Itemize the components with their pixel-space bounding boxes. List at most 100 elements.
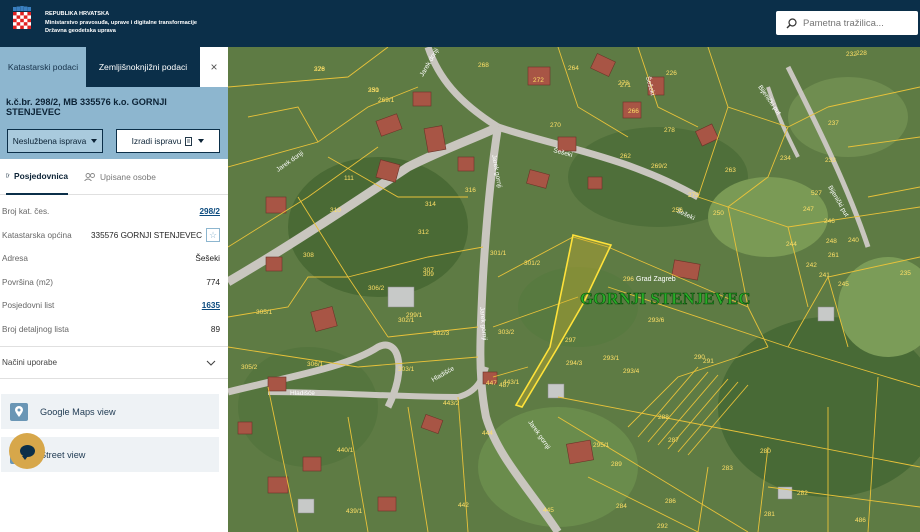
parcel-number-label: 301/1 [490, 250, 507, 257]
parcel-number-label: 305/1 [256, 309, 273, 316]
parcel-number-label: 280 [760, 448, 771, 455]
street-view-label: Street view [40, 449, 86, 460]
row-parcel-number: Broj kat. čes. 298/2 [2, 200, 220, 224]
parcel-number-label: Broj kat. čes. [2, 207, 50, 217]
star-icon[interactable]: ☆ [206, 228, 220, 243]
parcel-number-label: 316 [465, 187, 476, 194]
parcel-number-label: 275 [688, 192, 699, 199]
parcel-number-label: 292 [657, 523, 668, 530]
google-maps-view-button[interactable]: Google Maps view [1, 394, 219, 429]
parcel-number-label: 234 [780, 155, 791, 162]
search-icon [786, 17, 797, 28]
possession-sheet-icon [6, 173, 10, 178]
parcel-number-label: 271 [620, 82, 631, 89]
parcel-number-label: 293/4 [623, 368, 640, 375]
detail-sheet-value: 89 [210, 324, 220, 334]
parcel-number-label: 256 [672, 207, 683, 214]
parcel-number-label: 527 [811, 190, 822, 197]
parcel-number-label: 443/2 [443, 400, 460, 407]
cadastral-municipality-label: Katastarska općina [2, 230, 72, 240]
parcel-number-label: 278 [664, 127, 675, 134]
row-possession-sheet: Posjedovni list 1635 [2, 294, 220, 318]
parcel-number-label: 263 [725, 167, 736, 174]
parcel-number-label: 312 [418, 229, 429, 236]
detail-sheet-label: Broj detaljnog lista [2, 324, 69, 334]
parcel-number-label: 226 [666, 70, 677, 77]
tab-possession-sheet[interactable]: Posjedovnica [6, 159, 68, 195]
parcel-number-label: 294/3 [566, 360, 583, 367]
parcel-number-label: 299/1 [406, 312, 423, 319]
parcel-number-label: 248 [826, 238, 837, 245]
area-value: 774 [206, 277, 220, 287]
parcel-number-label: 293/1 [603, 355, 620, 362]
chat-button[interactable] [9, 433, 45, 469]
parcel-number-label: 445 [543, 507, 554, 514]
document-icon [185, 136, 193, 146]
parcel-title: k.č.br. 298/2, MB 335576 k.o. GORNJI STE… [6, 97, 167, 117]
parcel-number-label: 439/1 [346, 508, 363, 515]
cadastral-map[interactable]: Jarek donji Jarek donji Jarek gornji Jar… [228, 47, 920, 532]
croatian-coat-of-arms-logo[interactable] [11, 6, 33, 33]
parcel-number-label: 309 [423, 271, 434, 278]
map-canvas[interactable]: Jarek donji Jarek donji Jarek gornji Jar… [228, 47, 920, 532]
parcel-number-label: 251 [368, 87, 379, 94]
parcel-number-label: 264 [568, 65, 579, 72]
tab-registered-persons[interactable]: Upisane osobe [84, 159, 156, 195]
panel-tabs: Katastarski podaci Zemljišnoknjižni poda… [0, 47, 228, 87]
parcel-number-label: 447 [486, 380, 497, 387]
parcel-number-label: 247 [803, 206, 814, 213]
parcel-number-label: 486 [855, 517, 866, 524]
smart-search-box[interactable] [776, 11, 918, 35]
parcel-number-label: 295/1 [593, 442, 610, 449]
parcel-number-label: 487 [499, 382, 510, 389]
chevron-down-icon [206, 360, 216, 366]
possession-sheet-label: Posjedovnica [14, 170, 68, 181]
tab-cadastral-data[interactable]: Katastarski podaci [0, 47, 86, 87]
possession-sheet-link[interactable]: 1635 [202, 301, 220, 310]
parcel-number-link[interactable]: 298/2 [200, 207, 221, 216]
parcel-number-label: 281 [764, 511, 775, 518]
registered-persons-label: Upisane osobe [100, 171, 156, 182]
parcel-number-label: 308 [303, 252, 314, 259]
row-detail-sheet: Broj detaljnog lista 89 [2, 318, 220, 342]
chevron-down-icon [198, 139, 205, 143]
tab-land-registry-data[interactable]: Zemljišnoknjižni podaci [86, 47, 200, 87]
parcel-number-label: 245 [838, 281, 849, 288]
parcel-number-label: 262 [620, 153, 631, 160]
parcel-number-label: 242 [806, 262, 817, 269]
parcel-number-label: 296 [623, 276, 634, 283]
parcel-number-label: 314 [425, 201, 436, 208]
parcel-number-label: 244 [786, 241, 797, 248]
address-value: Šešeki [195, 254, 220, 264]
parcel-number-label: 232 [846, 51, 857, 58]
parcel-number-label: 444 [482, 430, 493, 437]
row-cadastral-municipality: Katastarska općina 335576 GORNJI STENJEVE… [2, 224, 220, 248]
usage-methods-dropdown[interactable]: Načini uporabe [0, 347, 228, 379]
parcel-number-label: 291 [703, 358, 714, 365]
parcel-number-label: 272 [533, 77, 544, 84]
parcel-number-label: 301/2 [524, 260, 541, 267]
create-document-button[interactable]: Izradi ispravu [116, 129, 220, 153]
chevron-down-icon [91, 139, 98, 143]
address-label: Adresa [2, 254, 28, 264]
parcel-number-label: 270 [550, 122, 561, 129]
unofficial-document-label: Neslužbena isprava [12, 136, 87, 146]
parcel-number-label: 293/6 [648, 317, 665, 324]
parcel-number-label: 237 [828, 120, 839, 127]
google-maps-view-label: Google Maps view [40, 406, 116, 417]
parcel-number-label: 288 [658, 414, 669, 421]
search-input[interactable] [803, 17, 913, 29]
street-label-hladisce: Hladišće [290, 390, 315, 397]
parcel-number-label: 233 [825, 157, 836, 164]
org-line-1: REPUBLIKA HRVATSKA [45, 11, 110, 17]
parcel-number-label: 305/2 [241, 364, 258, 371]
close-panel-button[interactable]: × [200, 47, 228, 87]
unofficial-document-button[interactable]: Neslužbena isprava [7, 129, 103, 153]
parcel-number-label: 111 [344, 175, 354, 182]
chat-bubble-icon [19, 445, 35, 460]
parcel-number-label: 250 [713, 210, 724, 217]
settlement-label: GORNJI STENJEVEC [580, 289, 751, 308]
org-line-3: Državna geodetska uprava [45, 28, 116, 34]
map-pin-icon [10, 402, 28, 421]
persons-icon [84, 172, 95, 181]
